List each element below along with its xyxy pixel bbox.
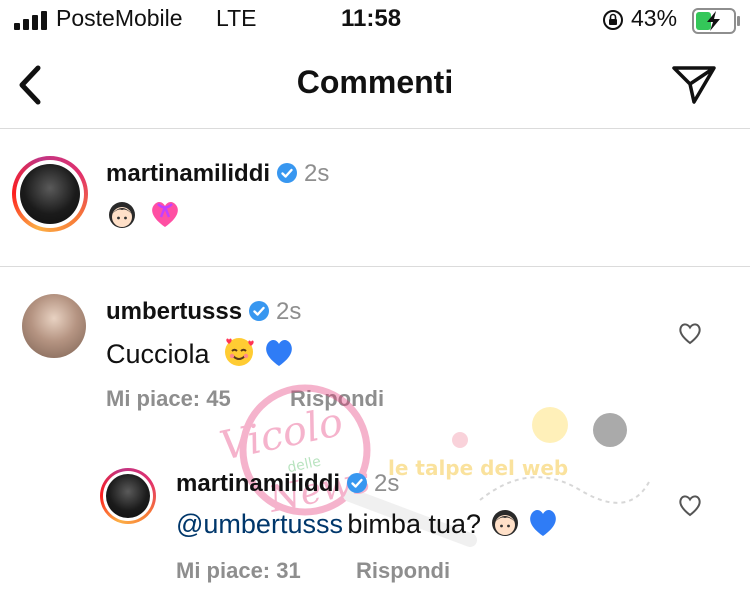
comment-timestamp: 2s — [276, 298, 302, 325]
status-bar: PosteMobile LTE 11:58 43% — [0, 0, 750, 44]
network-type: LTE — [216, 5, 257, 31]
caption-emojis — [106, 198, 182, 230]
svg-text:Vicolo: Vicolo — [216, 399, 347, 470]
caption-timestamp: 2s — [304, 160, 330, 187]
carrier-name: PosteMobile — [56, 5, 183, 31]
orientation-lock-icon — [603, 10, 623, 30]
verified-badge-icon — [347, 473, 368, 493]
reply-likes[interactable]: Mi piace: 31 — [176, 558, 301, 584]
smiling-face-with-hearts-emoji — [225, 338, 254, 366]
reply-reply-button[interactable]: Rispondi — [356, 558, 450, 584]
reply-header: martinamiliddi 2s — [176, 470, 399, 498]
status-time: 11:58 — [341, 5, 402, 32]
signal-bars-icon — [14, 10, 48, 30]
reply-timestamp: 2s — [374, 470, 400, 497]
comment-header: umbertusss 2s — [106, 298, 301, 326]
caption-username[interactable]: martinamiliddi — [106, 160, 270, 187]
reply-username[interactable]: martinamiliddi — [176, 470, 340, 497]
caption-header: martinamiliddi 2s — [106, 160, 329, 188]
avatar — [106, 474, 150, 518]
caption-avatar[interactable] — [12, 156, 88, 232]
girl-face-emoji — [109, 202, 135, 228]
blue-heart-emoji — [530, 510, 556, 536]
heart-icon[interactable] — [677, 320, 703, 346]
send-paper-plane-icon[interactable] — [670, 62, 718, 106]
comment-body: Cucciola — [106, 334, 296, 370]
avatar — [20, 164, 80, 224]
reply-text: bimba tua? — [347, 509, 482, 539]
caption-divider — [0, 266, 750, 267]
heart-with-ribbon-emoji — [152, 202, 179, 227]
girl-face-emoji — [492, 510, 519, 536]
battery-charging-icon — [692, 8, 740, 34]
page-title: Commenti — [296, 64, 454, 100]
reply-avatar[interactable] — [100, 468, 156, 524]
reply-mention-link[interactable]: @umbertusss — [176, 509, 343, 539]
verified-badge-icon — [249, 301, 270, 321]
reply-body: @umbertusss bimba tua? — [176, 506, 560, 540]
battery-percentage: 43% — [631, 5, 678, 31]
avatar[interactable] — [22, 294, 86, 358]
heart-icon[interactable] — [677, 492, 703, 518]
verified-badge-icon — [277, 163, 298, 183]
comment-text: Cucciola — [106, 339, 210, 369]
comment-username[interactable]: umbertusss — [106, 298, 242, 325]
blue-heart-emoji — [266, 340, 293, 366]
header-divider — [0, 128, 750, 129]
